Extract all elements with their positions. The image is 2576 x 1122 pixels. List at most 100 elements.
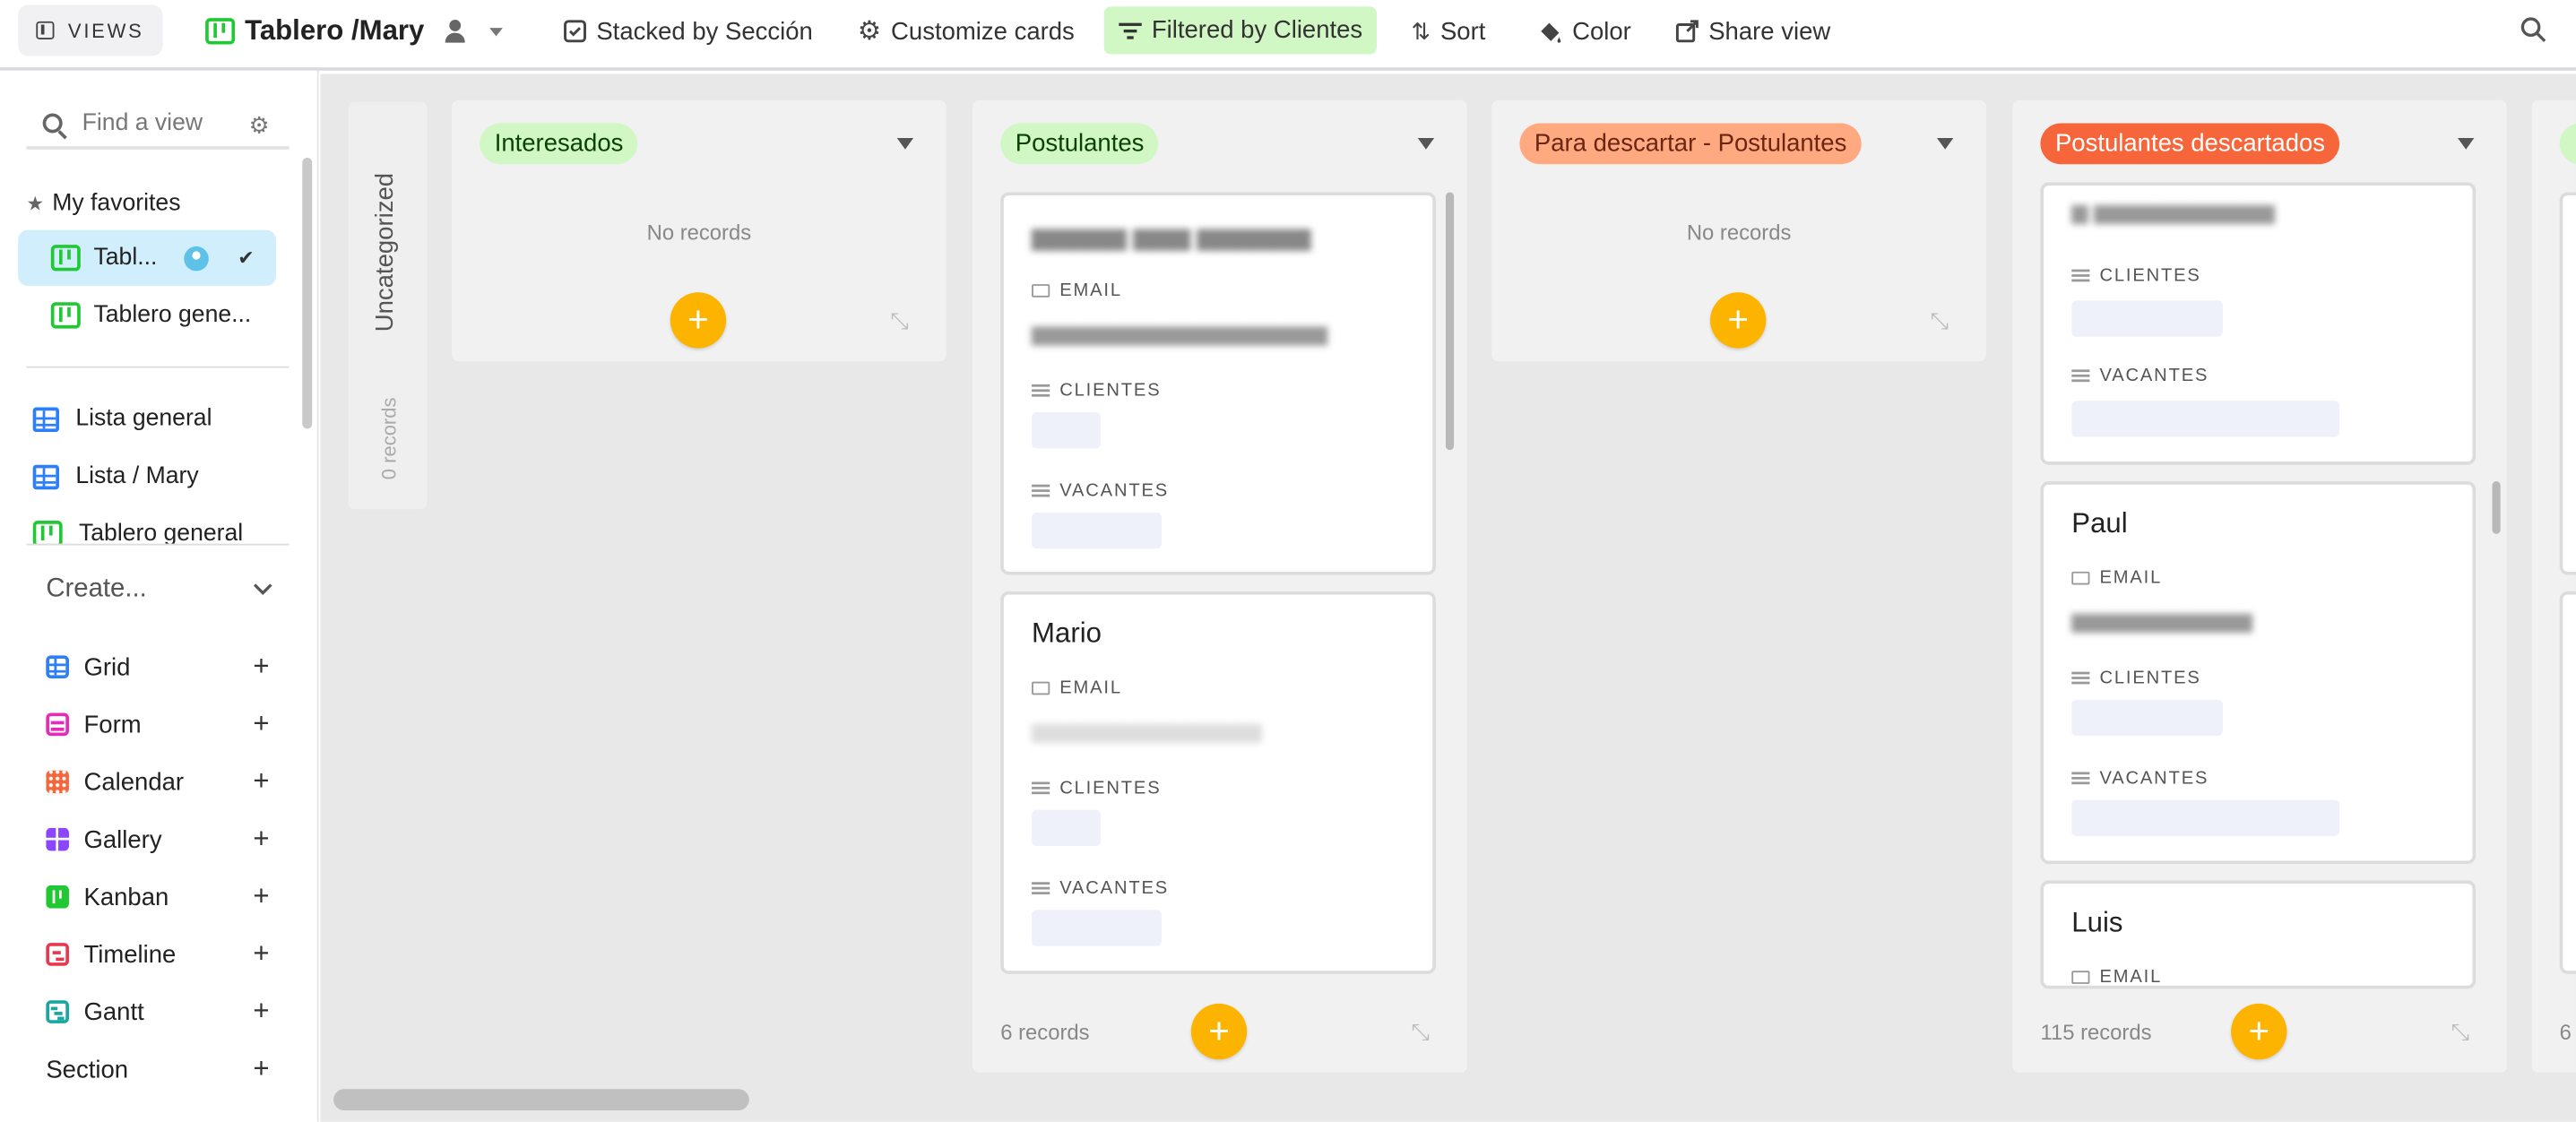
field-label-vacantes: VACANTES [2071,769,2209,789]
stack-postulantes: Postulantes ▆▆▆▆▆ ▆▆▆ ▆▆▆▆▆▆ EMAIL ▆▆▆▆▆… [972,99,1467,1073]
field-label-text: VACANTES [2099,366,2209,386]
search-icon[interactable] [2520,16,2546,42]
field-label-email: EMAIL [2071,968,2162,986]
plus-icon: + [253,823,270,855]
search-icon [42,113,63,134]
linked-record-icon [1032,882,1050,895]
field-label-text: CLIENTES [1059,778,1162,798]
view-label: Tablero gene... [93,302,252,329]
add-record-button[interactable]: + [1190,1003,1248,1060]
field-label-text: EMAIL [2099,568,2163,589]
sidebar-divider [26,543,290,546]
favorite-view-tablero-mary[interactable]: Tabl... ✔ [18,229,276,286]
no-records-label: No records [646,220,752,246]
expand-icon[interactable]: ⤡ [890,307,913,333]
stack-title: Para descartar - Postulantes [1519,123,1862,165]
stack-title-pill [2559,123,2576,165]
create-calendar-button[interactable]: Calendar + [46,765,270,798]
field-label-text: EMAIL [1059,678,1122,698]
stack-title: Postulantes [1000,123,1159,165]
caret-down-icon[interactable] [1417,137,1435,150]
sort-label: Sort [1439,17,1486,46]
stack-icon [564,20,586,43]
plus-icon: + [253,937,270,970]
expand-icon[interactable]: ⤡ [1411,1018,1434,1044]
calendar-icon [46,770,69,794]
create-item-label: Kanban [83,883,169,911]
clientes-value-redacted [1032,809,1102,846]
create-grid-button[interactable]: Grid + [46,650,270,684]
customize-cards-label: Customize cards [891,17,1075,46]
kanban-board: Uncategorized 0 records Interesados No r… [320,73,2576,1122]
linked-record-icon [1032,384,1050,398]
grid-icon [46,655,69,678]
stack-scrollbar[interactable] [1445,192,1455,451]
create-label: Create... [46,574,147,603]
record-card-luis[interactable]: Luis EMAIL [2040,880,2477,989]
stack-title: Interesados [480,123,638,165]
views-toggle-button[interactable]: VIEWS [18,4,163,56]
customize-cards-button[interactable]: ⚙ Customize cards [858,0,1075,63]
caret-down-icon[interactable] [2458,137,2475,150]
filter-icon [1119,22,1142,39]
field-label-vacantes: VACANTES [1032,481,1169,501]
email-value-redacted: ▆▆▆▆▆▆▆▆▆▆▆ [2071,608,2252,633]
sort-button[interactable]: ⇅ Sort [1411,0,1485,63]
plus-icon: + [253,707,270,739]
view-item-tablero-general[interactable]: Tablero general [32,521,243,544]
record-card[interactable]: ▆ ▆▆▆▆▆▆▆▆▆▆▆ CLIENTES VACANTES [2040,182,2477,465]
add-record-button[interactable]: + [670,292,727,349]
vacantes-value-redacted [2071,799,2340,836]
linked-record-icon [1032,781,1050,796]
add-record-button[interactable]: + [1710,292,1767,349]
field-label-vacantes: VACANTES [1032,879,1169,899]
create-timeline-button[interactable]: Timeline + [46,937,270,971]
plus-icon: + [253,880,270,912]
view-label: Lista / Mary [75,462,199,490]
expand-icon[interactable]: ⤡ [2451,1018,2475,1044]
gear-icon[interactable]: ⚙ [249,112,270,140]
create-form-button[interactable]: Form + [46,707,270,741]
create-gallery-button[interactable]: Gallery + [46,823,270,856]
record-name: Luis [2071,906,2123,938]
add-record-button[interactable]: + [2231,1003,2287,1060]
uncategorized-stack[interactable]: Uncategorized 0 records [348,101,428,510]
plus-icon: + [253,995,270,1027]
plus-icon: + [253,650,270,682]
favorite-view-tablero-general[interactable]: Tablero gene... [18,288,276,343]
color-button[interactable]: Color [1538,0,1631,63]
clientes-value-redacted [2071,300,2223,337]
stacked-by-button[interactable]: Stacked by Sección [564,0,813,63]
email-value-redacted: ▆ ▆▆▆▆▆▆▆▆▆▆▆ [2071,198,2275,224]
no-records-label: No records [1686,220,1792,246]
field-label-text: CLIENTES [1059,381,1162,401]
record-card[interactable] [2559,591,2576,974]
record-card[interactable] [2559,192,2576,575]
filter-button[interactable]: Filtered by Clientes [1103,6,1378,55]
record-name-redacted: ▆▆▆▆▆ ▆▆▆ ▆▆▆▆▆▆ [1032,223,1311,252]
stack-scrollbar[interactable] [2492,481,2501,534]
record-card[interactable]: ▆▆▆▆▆ ▆▆▆ ▆▆▆▆▆▆ EMAIL ▆▆▆▆▆▆▆▆▆▆▆▆▆▆▆▆▆… [1000,192,1436,575]
share-view-button[interactable]: Share view [1675,0,1830,63]
view-title-menu[interactable]: Tablero /Mary [205,0,504,63]
find-view-input[interactable]: Find a view ⚙ [26,100,290,150]
caret-down-icon[interactable] [1936,137,1954,150]
caret-down-icon[interactable] [896,137,914,150]
record-card-paul[interactable]: Paul EMAIL ▆▆▆▆▆▆▆▆▆▆▆ CLIENTES VACANTES [2040,481,2477,865]
create-kanban-button[interactable]: Kanban + [46,880,270,913]
field-label-clientes: CLIENTES [1032,779,1161,798]
create-view-toggle[interactable]: Create... [46,575,272,605]
record-card-mario[interactable]: Mario EMAIL ▆▆▆▆▆▆▆▆▆▆▆▆▆▆ CLIENTES VACA… [1000,591,1436,974]
create-gantt-button[interactable]: Gantt + [46,995,270,1029]
view-item-lista-mary[interactable]: Lista / Mary [32,462,199,490]
view-item-lista-general[interactable]: Lista general [32,406,212,432]
sidebar-scrollbar[interactable] [302,157,313,429]
field-label-clientes: CLIENTES [2071,669,2200,688]
record-name: Mario [1032,617,1102,649]
expand-icon[interactable]: ⤡ [1931,307,1954,333]
board-horizontal-scrollbar[interactable] [333,1089,749,1111]
create-item-label: Gallery [83,825,162,854]
create-section-button[interactable]: Section + [46,1053,269,1086]
gantt-icon [46,1000,69,1023]
field-label-text: VACANTES [1059,878,1170,899]
